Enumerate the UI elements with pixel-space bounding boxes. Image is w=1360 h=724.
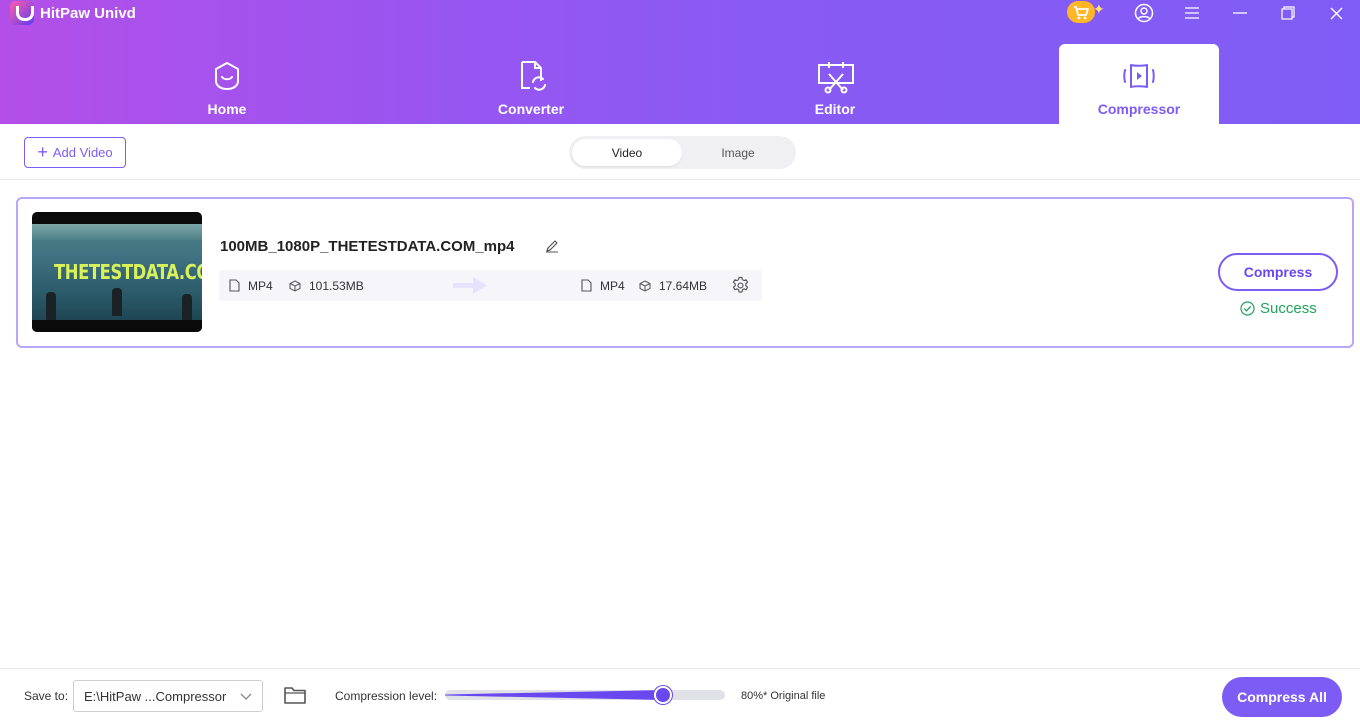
file-card[interactable]: THETESTDATA.COM 100MB_1080P_THETESTDATA.…	[16, 197, 1354, 348]
rename-button[interactable]	[545, 239, 559, 258]
account-icon	[1134, 3, 1154, 23]
add-video-button[interactable]: + Add Video	[24, 137, 126, 168]
tab-compressor[interactable]: Compressor	[1059, 44, 1219, 124]
cart-icon	[1067, 1, 1095, 23]
thumbnail-text: THETESTDATA.COM	[54, 260, 202, 284]
restore-icon	[1281, 6, 1295, 20]
arrow-right-icon	[453, 277, 487, 294]
tab-converter-label: Converter	[497, 101, 565, 117]
minimize-button[interactable]	[1228, 0, 1252, 26]
converter-icon	[521, 61, 546, 91]
file-info-strip: MP4 101.53MB MP4 17.64MB	[219, 270, 762, 301]
tab-converter[interactable]: Converter	[451, 44, 611, 124]
add-video-label: Add Video	[52, 145, 113, 160]
status-badge: Success	[1240, 300, 1317, 317]
folder-icon	[284, 687, 306, 704]
sparkle-icon: ✦	[1093, 1, 1105, 17]
menu-icon	[1185, 7, 1199, 19]
segment-video[interactable]: Video	[572, 139, 682, 166]
tab-home[interactable]: Home	[147, 44, 307, 124]
source-size: 101.53MB	[309, 278, 364, 293]
tab-home-label: Home	[207, 101, 247, 117]
compression-slider[interactable]	[445, 686, 725, 704]
compress-button[interactable]: Compress	[1218, 253, 1338, 291]
save-to-label: Save to:	[24, 689, 69, 703]
compressor-icon	[1123, 64, 1155, 88]
close-icon	[1330, 7, 1342, 19]
file-format-icon	[229, 279, 240, 292]
account-button[interactable]	[1131, 0, 1157, 26]
gear-icon	[732, 276, 749, 293]
check-circle-icon	[1240, 301, 1255, 316]
cart-button[interactable]: ✦	[1067, 1, 1109, 23]
compression-value-text: 80%* Original file	[741, 690, 826, 702]
segment-image[interactable]: Image	[683, 139, 793, 166]
save-path-select[interactable]: E:\HitPaw ...Compressor	[73, 680, 263, 712]
file-size-icon	[639, 279, 651, 292]
video-thumbnail[interactable]: THETESTDATA.COM	[32, 212, 202, 332]
editor-icon	[818, 62, 854, 94]
output-size: 17.64MB	[659, 278, 708, 293]
app-header: HitPaw Univd ✦ Home Converter Editor Com…	[0, 0, 1360, 124]
toolbar-divider	[0, 179, 1360, 180]
tab-editor-label: Editor	[814, 101, 856, 117]
plus-icon: +	[37, 141, 48, 162]
tab-editor[interactable]: Editor	[755, 44, 915, 124]
file-name: 100MB_1080P_THETESTDATA.COM_mp4	[220, 238, 515, 255]
pencil-icon	[546, 240, 558, 253]
status-text: Success	[1260, 300, 1317, 317]
open-folder-button[interactable]	[283, 684, 307, 711]
app-title: HitPaw Univd	[40, 5, 136, 22]
output-format: MP4	[600, 278, 625, 293]
compression-level-label: Compression level:	[335, 689, 438, 703]
chevron-down-icon	[240, 693, 252, 700]
restore-button[interactable]	[1276, 0, 1300, 26]
tab-compressor-label: Compressor	[1097, 101, 1181, 117]
menu-button[interactable]	[1180, 0, 1204, 26]
file-format-icon	[581, 279, 592, 292]
file-size-icon	[289, 279, 301, 292]
source-format: MP4	[248, 278, 273, 293]
app-logo-icon	[10, 1, 34, 25]
home-icon	[215, 62, 239, 90]
minimize-icon	[1233, 12, 1247, 14]
output-settings-button[interactable]	[731, 276, 750, 300]
footer-divider	[0, 668, 1360, 669]
save-path-value: E:\HitPaw ...Compressor	[84, 688, 227, 704]
media-type-switch: Video Image	[569, 136, 796, 169]
compress-all-button[interactable]: Compress All	[1222, 677, 1342, 717]
close-button[interactable]	[1324, 0, 1348, 26]
slider-knob[interactable]	[654, 686, 673, 704]
